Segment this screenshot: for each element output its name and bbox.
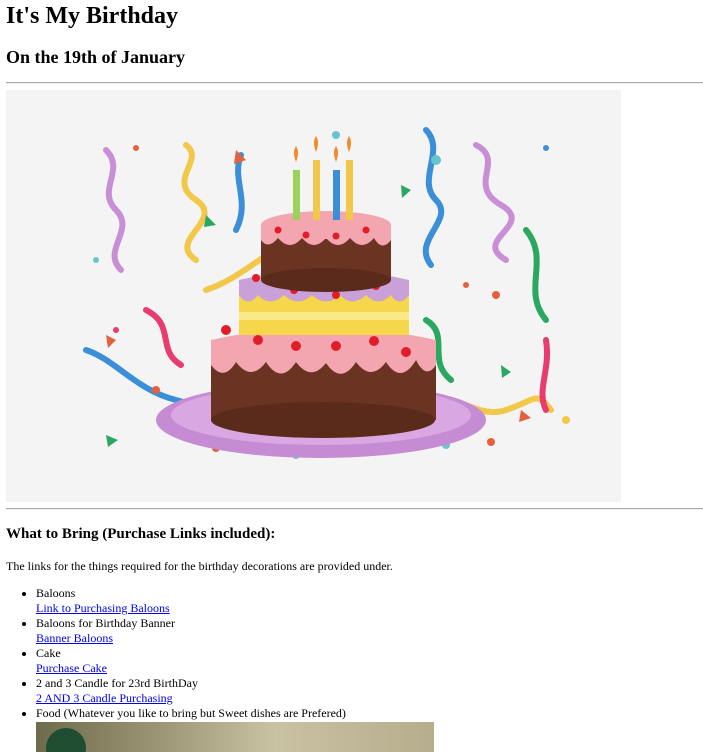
birthday-cake-image	[6, 90, 621, 502]
purchase-link-banner-baloons[interactable]: Banner Baloons	[36, 631, 703, 646]
cake-illustration	[83, 127, 570, 459]
list-item: Baloons Link to Purchasing Baloons	[36, 586, 703, 616]
purchase-link-cake[interactable]: Purchase Cake	[36, 661, 703, 676]
food-badge-icon	[46, 728, 86, 752]
list-item: 2 and 3 Candle for 23rd BirthDay 2 AND 3…	[36, 676, 703, 706]
purchase-link-candles[interactable]: 2 AND 3 Candle Purchasing	[36, 691, 703, 706]
purchase-link-baloons[interactable]: Link to Purchasing Baloons	[36, 601, 703, 616]
list-item: Cake Purchase Cake	[36, 646, 703, 676]
divider-top	[6, 82, 703, 84]
item-label: Baloons	[36, 586, 76, 600]
item-label: Baloons for Birthday Banner	[36, 616, 175, 630]
list-item: Baloons for Birthday Banner Banner Baloo…	[36, 616, 703, 646]
intro-text: The links for the things required for th…	[6, 559, 393, 573]
page-content: It's My Birthday On the 19th of January	[0, 2, 703, 752]
item-label: Cake	[36, 646, 61, 660]
list-item: Food (Whatever you like to bring but Swe…	[36, 706, 703, 752]
item-label: 2 and 3 Candle for 23rd BirthDay	[36, 676, 198, 690]
divider-bottom	[6, 508, 703, 510]
food-image	[36, 722, 434, 752]
date-subtitle: On the 19th of January	[6, 47, 186, 67]
bring-list: Baloons Link to Purchasing Baloons Baloo…	[6, 586, 703, 752]
what-to-bring-heading: What to Bring (Purchase Links included):	[6, 526, 276, 542]
item-label: Food (Whatever you like to bring but Swe…	[36, 706, 346, 720]
page-title: It's My Birthday	[6, 3, 179, 29]
